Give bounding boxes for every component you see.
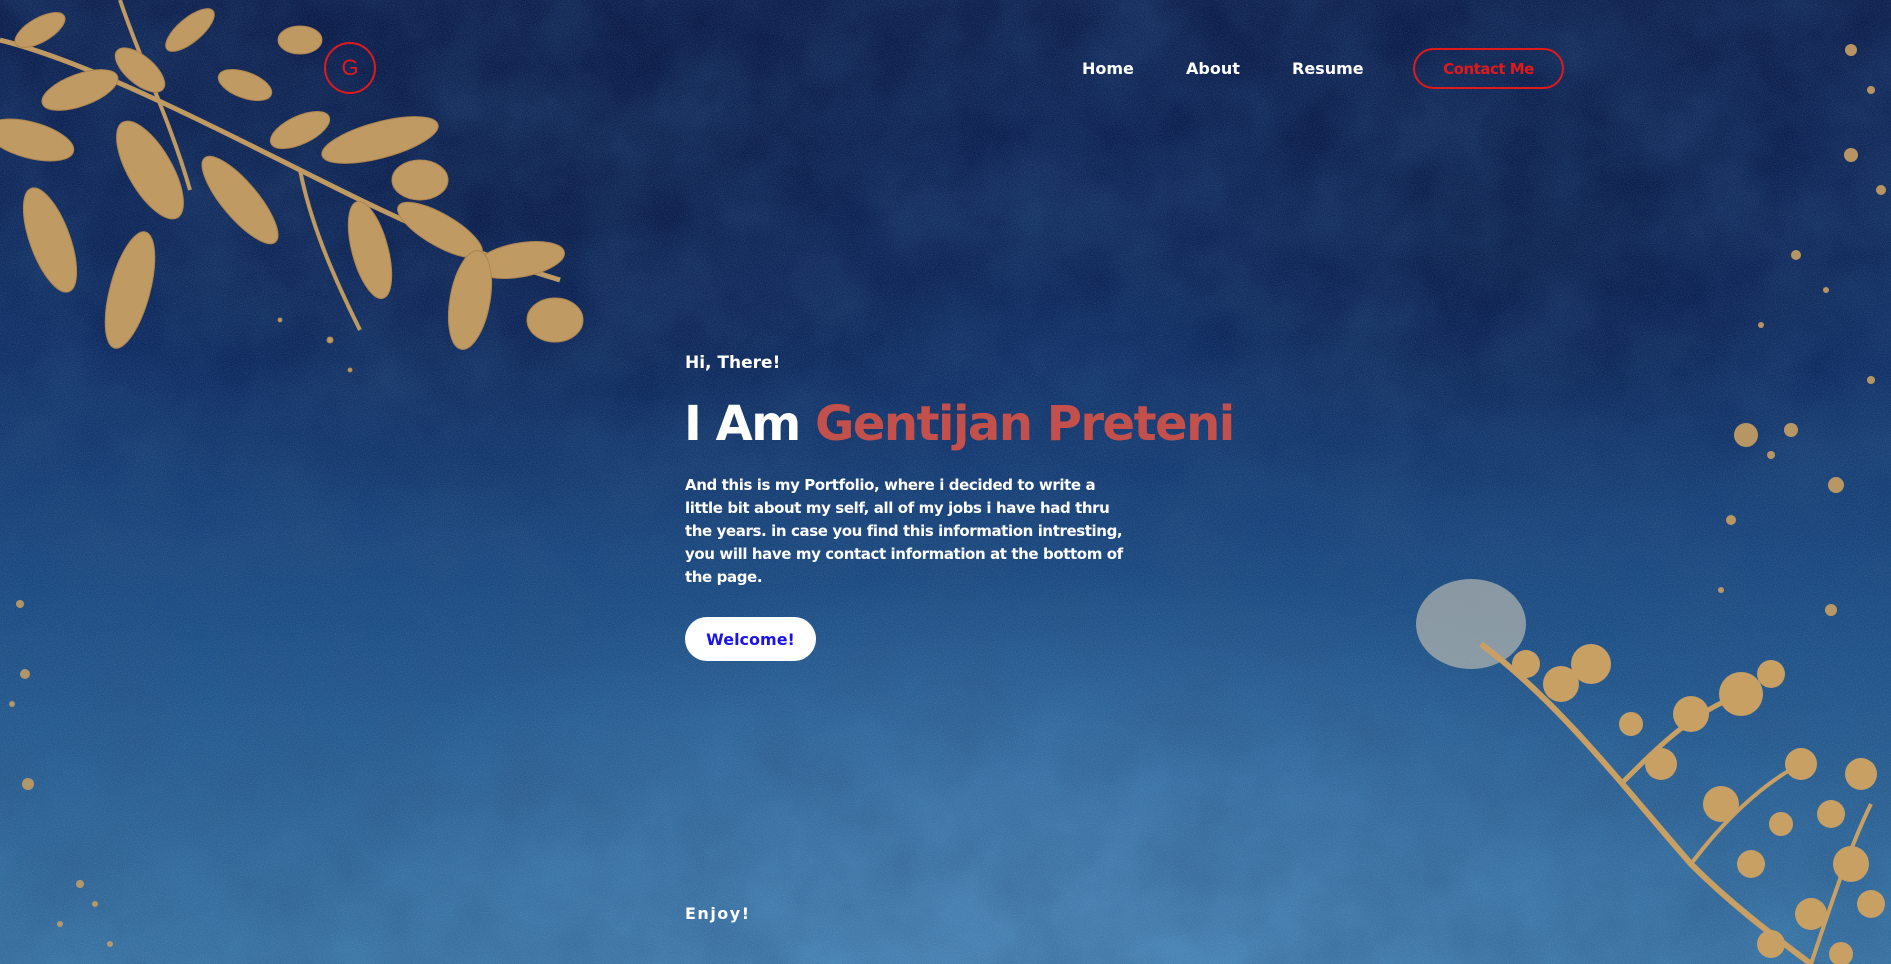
hero-description: And this is my Portfolio, where i decide…: [685, 476, 1123, 586]
nav-about-link[interactable]: About: [1186, 59, 1240, 78]
gold-speckles: [1718, 44, 1886, 616]
headline-name: Gentijan Preteni: [814, 396, 1235, 452]
gold-speckles-left: [9, 600, 113, 947]
welcome-button[interactable]: Welcome!: [685, 617, 816, 661]
headline-prefix: I Am: [684, 396, 801, 452]
enjoy-text: Enjoy!: [685, 904, 751, 923]
hero-headline: I Am Gentijan Preteni: [684, 396, 1235, 452]
gold-berry-branch-illustration: [1416, 579, 1885, 964]
contact-me-button[interactable]: Contact Me: [1413, 48, 1564, 89]
nav-resume-link[interactable]: Resume: [1292, 59, 1364, 78]
contact-me-label: Contact Me: [1443, 59, 1534, 78]
nav-home-link[interactable]: Home: [1082, 59, 1134, 78]
gold-leaves-illustration: [0, 0, 584, 373]
welcome-label: Welcome!: [706, 629, 795, 649]
logo-letter: G: [341, 55, 359, 80]
hero-page: G Home About Resume Contact Me Hi, There…: [0, 0, 1891, 964]
logo-badge[interactable]: G: [324, 42, 376, 94]
greeting-text: Hi, There!: [685, 353, 781, 373]
